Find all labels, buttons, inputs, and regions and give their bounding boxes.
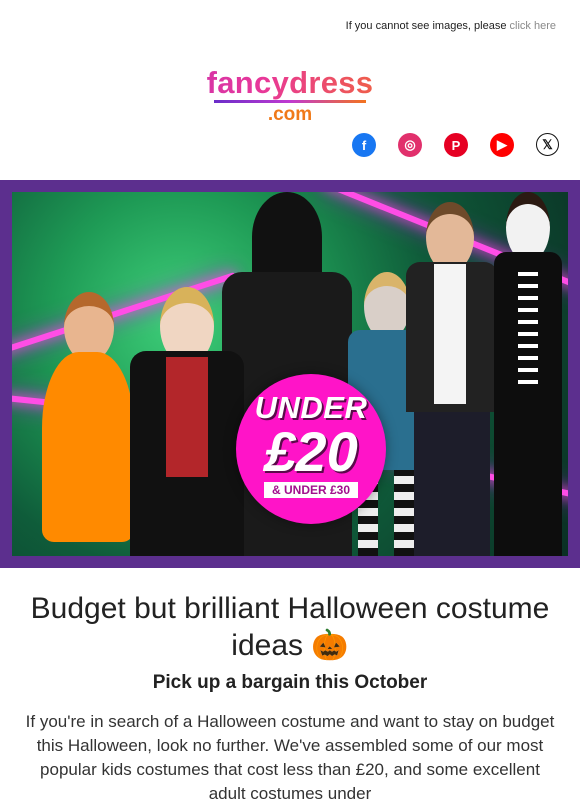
social-links: f ◎ P ▶ 𝕏 [352,133,559,157]
badge-secondary-text: & UNDER £30 [263,482,359,498]
pinterest-icon[interactable]: P [444,133,468,157]
click-here-link[interactable]: click here [510,20,556,32]
facebook-icon[interactable]: f [352,133,376,157]
email-subheadline: Pick up a bargain this October [152,672,428,693]
instagram-icon[interactable]: ◎ [398,133,422,157]
logo-underline [214,100,366,103]
email-body-text: If you're in search of a Halloween costu… [25,712,555,803]
woman-skeleton-costume [488,192,568,556]
email-headline: Budget but brilliant Halloween costume i… [30,592,550,662]
logo-domain: .com [267,104,313,125]
youtube-icon[interactable]: ▶ [490,133,514,157]
badge-price-text: £20 [264,420,358,483]
fancydress-logo[interactable]: fancydress .com [0,66,580,126]
vampire-boy-costume [122,287,252,556]
preheader-text: If you cannot see images, please [345,20,507,32]
hero-image: UNDER £20 & UNDER £30 [12,192,568,556]
hero-banner[interactable]: UNDER £20 & UNDER £30 [0,180,580,568]
logo-wordmark: fancydress [0,66,580,100]
price-badge: UNDER £20 & UNDER £30 [236,374,386,524]
man-varsity-costume [402,202,502,556]
preheader: If you cannot see images, please click h… [346,20,556,32]
x-icon[interactable]: 𝕏 [536,133,559,156]
